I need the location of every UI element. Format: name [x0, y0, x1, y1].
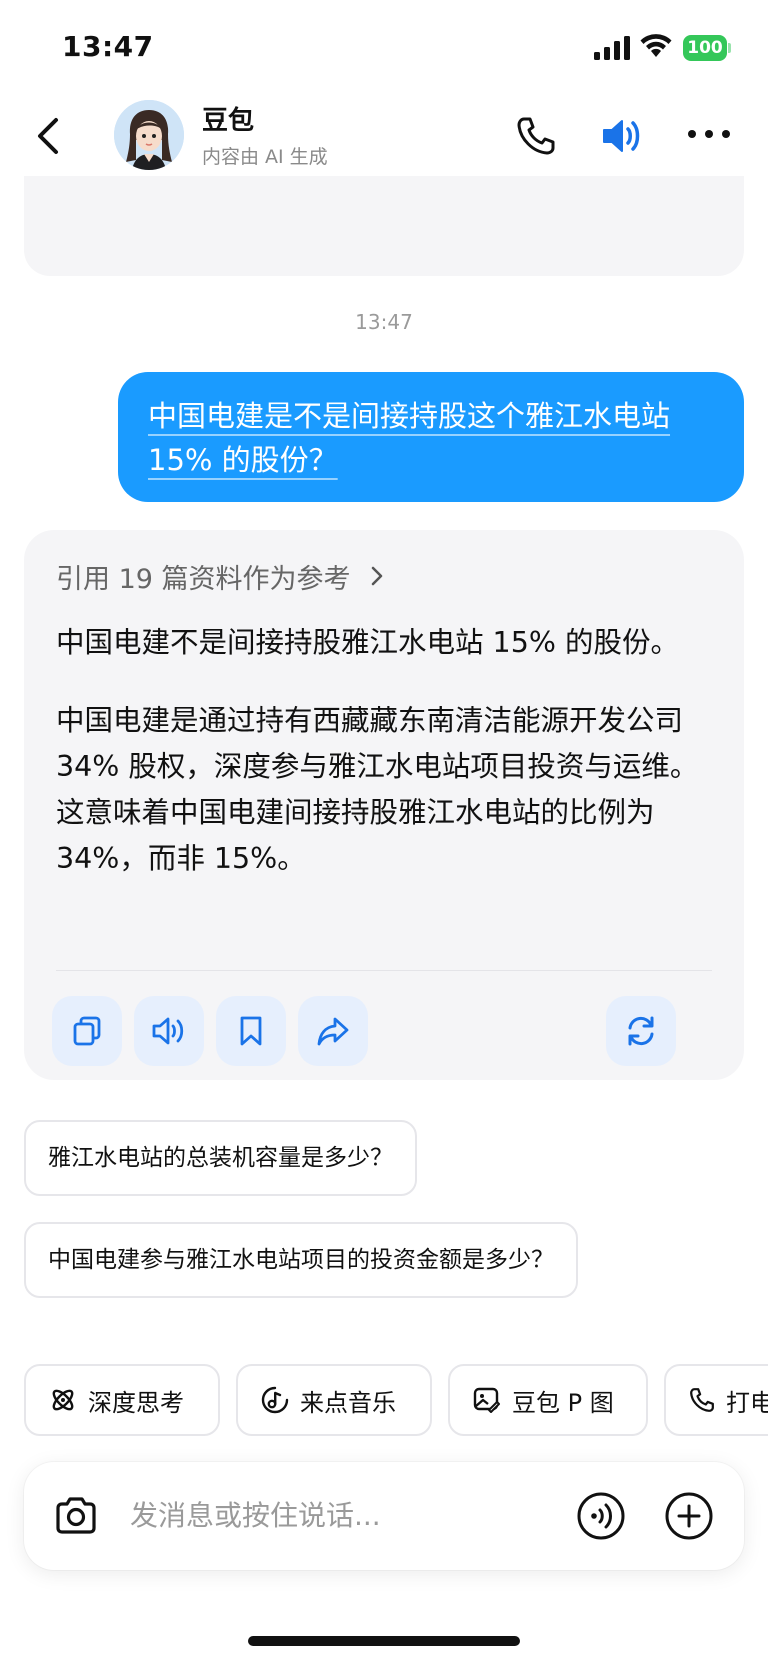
- ai-reply-paragraph: 中国电建是通过持有西藏藏东南清洁能源开发公司 34% 股权，深度参与雅江水电站项…: [56, 704, 699, 875]
- ai-reply-bubble: 引用 19 篇资料作为参考 中国电建不是间接持股雅江水电站 15% 的股份。 中…: [24, 530, 744, 1080]
- home-indicator[interactable]: [248, 1636, 520, 1646]
- chevron-right-icon: [371, 566, 382, 586]
- ai-reply-paragraph: 中国电建不是间接持股雅江水电站 15% 的股份。: [56, 626, 679, 659]
- divider: [56, 970, 712, 971]
- read-aloud-button[interactable]: [134, 996, 204, 1066]
- tool-label: 来点音乐: [300, 1388, 396, 1417]
- copy-button[interactable]: [52, 996, 122, 1066]
- bot-name: 豆包: [202, 106, 255, 136]
- message-input[interactable]: 发消息或按住说话...: [130, 1492, 381, 1540]
- phone-icon: [690, 1388, 714, 1412]
- read-aloud-icon: [152, 1017, 184, 1045]
- status-bar: 13:47 100: [0, 0, 768, 96]
- quick-tools-row: 深度思考 来点音乐 豆包 P 图 打电话: [0, 1364, 768, 1436]
- share-button[interactable]: [298, 996, 368, 1066]
- copy-icon: [73, 1016, 101, 1046]
- chat-area: 期情绪状态如何，有没有比较焦虑或者抑郁的情况？ 13:47 中国电建是不是间接持…: [0, 136, 768, 1356]
- status-time: 13:47: [62, 30, 154, 63]
- more-icon[interactable]: [686, 124, 732, 144]
- chat-header: 豆包 内容由 AI 生成: [0, 96, 768, 176]
- tool-music[interactable]: 来点音乐: [236, 1364, 432, 1436]
- user-message-bubble[interactable]: 中国电建是不是间接持股这个雅江水电站 15% 的股份？: [118, 372, 744, 502]
- cellular-signal-icon: [594, 36, 630, 60]
- bookmark-button[interactable]: [216, 996, 286, 1066]
- suggested-question[interactable]: 中国电建参与雅江水电站项目的投资金额是多少？: [24, 1222, 578, 1298]
- music-icon: [261, 1386, 289, 1414]
- ai-reply-text: 中国电建不是间接持股雅江水电站 15% 的股份。 中国电建是通过持有西藏藏东南清…: [56, 620, 716, 882]
- battery-level: 100: [683, 35, 727, 61]
- references-label: 引用 19 篇资料作为参考: [56, 563, 351, 595]
- tool-label: 打电话: [726, 1388, 768, 1417]
- references-link[interactable]: 引用 19 篇资料作为参考: [56, 554, 385, 598]
- avatar[interactable]: [114, 100, 184, 170]
- image-edit-icon: [473, 1387, 500, 1413]
- user-message-text: 中国电建是不是间接持股这个雅江水电站 15% 的股份？: [148, 399, 671, 477]
- battery-icon: 100: [683, 35, 731, 61]
- regenerate-icon: [628, 1016, 654, 1046]
- wifi-icon: [640, 34, 672, 57]
- tool-image-edit[interactable]: 豆包 P 图: [448, 1364, 648, 1436]
- camera-icon[interactable]: [52, 1492, 100, 1540]
- message-timestamp: 13:47: [355, 310, 413, 334]
- bookmark-icon: [240, 1016, 262, 1046]
- plus-icon[interactable]: [664, 1491, 714, 1541]
- voice-input-icon[interactable]: [576, 1491, 626, 1541]
- tool-deep-thinking[interactable]: 深度思考: [24, 1364, 220, 1436]
- tool-phone-call[interactable]: 打电话: [664, 1364, 768, 1436]
- atom-icon: [52, 1389, 74, 1411]
- phone-icon[interactable]: [514, 114, 558, 158]
- message-input-bar: 发消息或按住说话...: [24, 1462, 744, 1570]
- suggested-question[interactable]: 雅江水电站的总装机容量是多少？: [24, 1120, 417, 1196]
- share-icon: [317, 1017, 349, 1046]
- tool-label: 深度思考: [88, 1388, 184, 1417]
- speaker-icon[interactable]: [598, 112, 646, 160]
- tool-label: 豆包 P 图: [512, 1388, 614, 1417]
- regenerate-button[interactable]: [606, 996, 676, 1066]
- ai-disclaimer: 内容由 AI 生成: [202, 146, 328, 168]
- back-icon[interactable]: [30, 114, 70, 158]
